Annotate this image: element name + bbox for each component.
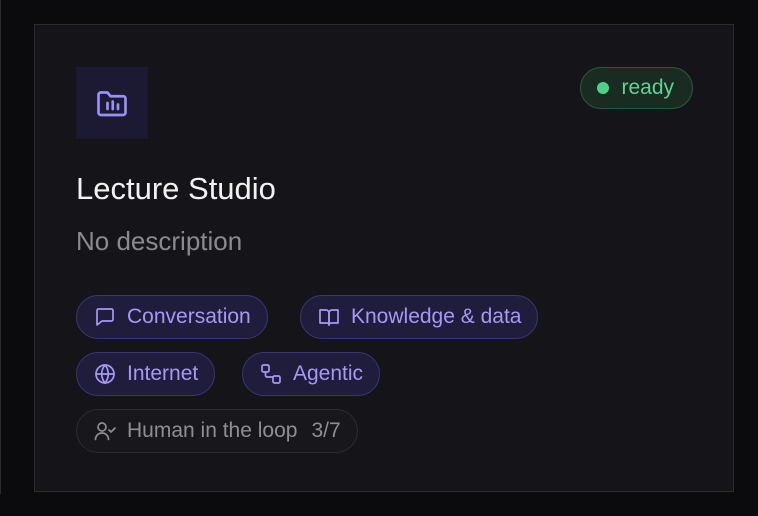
human-in-loop-chip[interactable]: Human in the loop 3/7 <box>76 409 358 453</box>
chip-label: Internet <box>127 362 199 385</box>
folder-chart-icon <box>97 91 127 117</box>
card-description: No description <box>76 226 243 256</box>
capability-chip-conversation[interactable]: Conversation <box>76 295 268 339</box>
project-card[interactable]: ready Lecture Studio No description Conv… <box>34 24 734 492</box>
capability-chip-knowledge[interactable]: Knowledge & data <box>300 295 539 339</box>
workflow-icon <box>261 364 281 384</box>
adjacent-panel-edge <box>0 0 1 494</box>
message-square-icon <box>96 308 114 326</box>
book-open-icon <box>319 309 339 326</box>
chip-label: Human in the loop <box>127 419 298 442</box>
user-check-icon <box>94 422 116 441</box>
capability-chip-internet[interactable]: Internet <box>76 352 216 396</box>
status-dot <box>597 82 610 94</box>
card-title: Lecture Studio <box>76 171 276 206</box>
chip-count: 3/7 <box>311 419 341 442</box>
status-badge: ready <box>580 67 693 109</box>
capability-chip-agentic[interactable]: Agentic <box>242 352 381 396</box>
chip-label: Agentic <box>293 362 364 385</box>
globe-icon <box>95 364 115 384</box>
app-icon <box>76 67 148 139</box>
chip-label: Knowledge & data <box>351 305 522 328</box>
chip-label: Conversation <box>127 305 251 328</box>
status-label: ready <box>621 76 674 99</box>
